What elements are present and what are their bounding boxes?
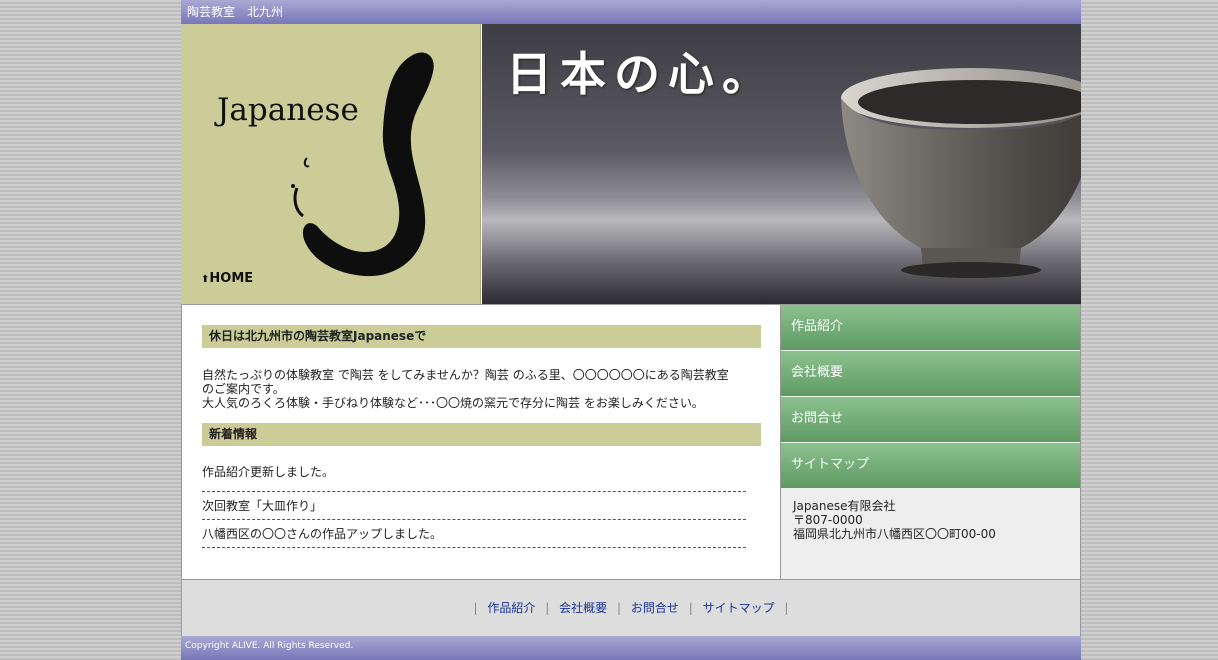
company-address: 福岡県北九州市八幡西区〇〇町00-00: [793, 527, 996, 541]
footer-link-company[interactable]: 会社概要: [559, 601, 607, 615]
site-title: 陶芸教室 北九州: [187, 5, 284, 19]
top-bar: 陶芸教室 北九州: [181, 0, 1081, 24]
page-wrapper: 陶芸教室 北九州 Japanese ⬆HOME 日本の心。 休日は北九州市の陶芸…: [181, 0, 1081, 660]
news-item[interactable]: 次回教室「大皿作り」: [202, 492, 746, 520]
main-area: 休日は北九州市の陶芸教室Japaneseで 自然たっぷりの体験教室 で陶芸 をし…: [181, 304, 1081, 580]
footer-link-sitemap[interactable]: サイトマップ: [703, 601, 775, 615]
hero-image: 日本の心。: [482, 24, 1081, 304]
company-postal: 〒807-0000: [793, 513, 863, 527]
company-info: Japanese有限会社 〒807-0000 福岡県北九州市八幡西区〇〇町00-…: [781, 489, 1080, 541]
intro-line: のご案内です。: [202, 382, 285, 396]
header: Japanese ⬆HOME 日本の心。: [181, 24, 1081, 304]
brush-j-icon: [291, 52, 434, 277]
intro-line: 自然たっぷりの体験教室 で陶芸 をしてみませんか？陶芸 のふる里、〇〇〇〇〇〇に…: [202, 368, 729, 382]
section-heading-news: 新着情報: [202, 423, 761, 446]
footer-link-works[interactable]: 作品紹介: [487, 601, 535, 615]
home-link[interactable]: ⬆HOME: [201, 271, 253, 286]
news-item[interactable]: 八幡西区の〇〇さんの作品アップしました。: [202, 520, 746, 548]
copyright-bar: Copyright ALIVE. All Rights Reserved.: [181, 636, 1081, 660]
brand-wordmark: Japanese: [217, 92, 359, 128]
sidebar-item-contact[interactable]: お問合せ: [781, 397, 1080, 443]
footer-separator: |: [784, 601, 789, 615]
sidebar-item-sitemap[interactable]: サイトマップ: [781, 443, 1080, 489]
copyright-text: Copyright ALIVE. All Rights Reserved.: [185, 641, 354, 651]
hero-catchphrase: 日本の心。: [506, 47, 776, 101]
logo-area[interactable]: Japanese ⬆HOME: [181, 24, 481, 304]
intro-text: 自然たっぷりの体験教室 で陶芸 をしてみませんか？陶芸 のふる里、〇〇〇〇〇〇に…: [202, 368, 762, 410]
sidebar-item-works[interactable]: 作品紹介: [781, 305, 1080, 351]
company-name: Japanese有限会社: [793, 499, 896, 513]
tea-bowl-illustration: [841, 68, 1081, 278]
intro-line: 大人気のろくろ体験・手びねり体験など･･･〇〇焼の窯元で存分に陶芸 をお楽しみく…: [202, 396, 704, 410]
section-heading-intro: 休日は北九州市の陶芸教室Japaneseで: [202, 325, 761, 348]
footer-link-contact[interactable]: お問合せ: [631, 601, 679, 615]
footer-separator: |: [616, 601, 622, 615]
footer-nav: | 作品紹介 | 会社概要 | お問合せ | サイトマップ |: [181, 579, 1081, 636]
sidebar-item-company[interactable]: 会社概要: [781, 351, 1080, 397]
news-item[interactable]: 作品紹介更新しました。: [202, 464, 746, 492]
home-link-label: HOME: [209, 271, 254, 286]
news-list: 作品紹介更新しました。 次回教室「大皿作り」 八幡西区の〇〇さんの作品アップしま…: [202, 464, 746, 548]
content-column: 休日は北九州市の陶芸教室Japaneseで 自然たっぷりの体験教室 で陶芸 をし…: [181, 305, 781, 580]
footer-separator: |: [688, 601, 693, 615]
sidebar: 作品紹介 会社概要 お問合せ サイトマップ Japanese有限会社 〒807-…: [781, 305, 1081, 580]
footer-separator: |: [545, 601, 550, 615]
footer-separator: |: [473, 601, 478, 615]
